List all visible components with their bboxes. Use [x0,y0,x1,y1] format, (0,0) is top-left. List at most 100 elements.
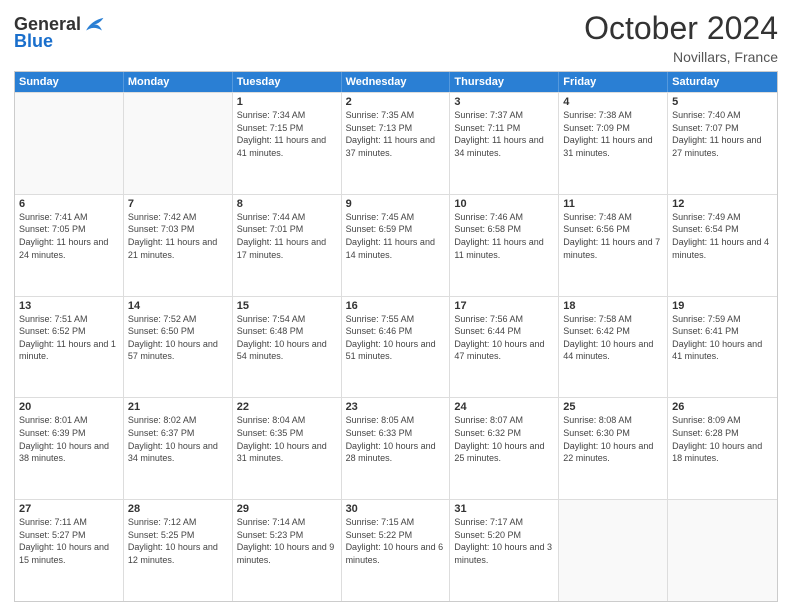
day-info: Sunrise: 7:41 AM Sunset: 7:05 PM Dayligh… [19,211,119,261]
day-number: 17 [454,300,554,312]
week-row-4: 20Sunrise: 8:01 AM Sunset: 6:39 PM Dayli… [15,397,777,499]
day-number: 11 [563,198,663,210]
day-info: Sunrise: 7:44 AM Sunset: 7:01 PM Dayligh… [237,211,337,261]
weekday-header-monday: Monday [124,72,233,92]
day-number: 28 [128,503,228,515]
day-info: Sunrise: 7:17 AM Sunset: 5:20 PM Dayligh… [454,516,554,566]
day-info: Sunrise: 7:52 AM Sunset: 6:50 PM Dayligh… [128,313,228,363]
day-cell-22: 22Sunrise: 8:04 AM Sunset: 6:35 PM Dayli… [233,398,342,499]
day-number: 19 [672,300,773,312]
day-cell-29: 29Sunrise: 7:14 AM Sunset: 5:23 PM Dayli… [233,500,342,601]
weekday-header-sunday: Sunday [15,72,124,92]
day-cell-16: 16Sunrise: 7:55 AM Sunset: 6:46 PM Dayli… [342,297,451,398]
day-info: Sunrise: 7:51 AM Sunset: 6:52 PM Dayligh… [19,313,119,363]
day-number: 9 [346,198,446,210]
day-number: 22 [237,401,337,413]
day-info: Sunrise: 8:04 AM Sunset: 6:35 PM Dayligh… [237,414,337,464]
day-cell-25: 25Sunrise: 8:08 AM Sunset: 6:30 PM Dayli… [559,398,668,499]
day-cell-26: 26Sunrise: 8:09 AM Sunset: 6:28 PM Dayli… [668,398,777,499]
day-cell-19: 19Sunrise: 7:59 AM Sunset: 6:41 PM Dayli… [668,297,777,398]
day-info: Sunrise: 7:15 AM Sunset: 5:22 PM Dayligh… [346,516,446,566]
logo-bird-icon [83,14,105,36]
calendar-body: 1Sunrise: 7:34 AM Sunset: 7:15 PM Daylig… [15,92,777,601]
day-number: 15 [237,300,337,312]
day-info: Sunrise: 8:02 AM Sunset: 6:37 PM Dayligh… [128,414,228,464]
day-info: Sunrise: 7:11 AM Sunset: 5:27 PM Dayligh… [19,516,119,566]
day-number: 26 [672,401,773,413]
day-cell-1: 1Sunrise: 7:34 AM Sunset: 7:15 PM Daylig… [233,93,342,194]
day-cell-23: 23Sunrise: 8:05 AM Sunset: 6:33 PM Dayli… [342,398,451,499]
day-info: Sunrise: 7:58 AM Sunset: 6:42 PM Dayligh… [563,313,663,363]
day-number: 3 [454,96,554,108]
day-cell-12: 12Sunrise: 7:49 AM Sunset: 6:54 PM Dayli… [668,195,777,296]
day-info: Sunrise: 7:38 AM Sunset: 7:09 PM Dayligh… [563,109,663,159]
day-cell-15: 15Sunrise: 7:54 AM Sunset: 6:48 PM Dayli… [233,297,342,398]
day-info: Sunrise: 7:56 AM Sunset: 6:44 PM Dayligh… [454,313,554,363]
day-info: Sunrise: 7:12 AM Sunset: 5:25 PM Dayligh… [128,516,228,566]
day-info: Sunrise: 7:48 AM Sunset: 6:56 PM Dayligh… [563,211,663,261]
day-info: Sunrise: 7:45 AM Sunset: 6:59 PM Dayligh… [346,211,446,261]
day-cell-9: 9Sunrise: 7:45 AM Sunset: 6:59 PM Daylig… [342,195,451,296]
day-number: 5 [672,96,773,108]
day-cell-8: 8Sunrise: 7:44 AM Sunset: 7:01 PM Daylig… [233,195,342,296]
day-info: Sunrise: 8:08 AM Sunset: 6:30 PM Dayligh… [563,414,663,464]
day-number: 12 [672,198,773,210]
day-cell-11: 11Sunrise: 7:48 AM Sunset: 6:56 PM Dayli… [559,195,668,296]
day-number: 16 [346,300,446,312]
day-cell-28: 28Sunrise: 7:12 AM Sunset: 5:25 PM Dayli… [124,500,233,601]
day-number: 30 [346,503,446,515]
day-number: 20 [19,401,119,413]
week-row-2: 6Sunrise: 7:41 AM Sunset: 7:05 PM Daylig… [15,194,777,296]
day-cell-17: 17Sunrise: 7:56 AM Sunset: 6:44 PM Dayli… [450,297,559,398]
day-info: Sunrise: 8:07 AM Sunset: 6:32 PM Dayligh… [454,414,554,464]
weekday-header-thursday: Thursday [450,72,559,92]
day-number: 4 [563,96,663,108]
day-cell-14: 14Sunrise: 7:52 AM Sunset: 6:50 PM Dayli… [124,297,233,398]
weekday-header-friday: Friday [559,72,668,92]
day-number: 25 [563,401,663,413]
day-info: Sunrise: 7:54 AM Sunset: 6:48 PM Dayligh… [237,313,337,363]
day-cell-4: 4Sunrise: 7:38 AM Sunset: 7:09 PM Daylig… [559,93,668,194]
day-cell-27: 27Sunrise: 7:11 AM Sunset: 5:27 PM Dayli… [15,500,124,601]
day-cell-30: 30Sunrise: 7:15 AM Sunset: 5:22 PM Dayli… [342,500,451,601]
empty-cell [124,93,233,194]
day-info: Sunrise: 7:42 AM Sunset: 7:03 PM Dayligh… [128,211,228,261]
day-cell-21: 21Sunrise: 8:02 AM Sunset: 6:37 PM Dayli… [124,398,233,499]
header: General Blue October 2024 Novillars, Fra… [14,10,778,65]
day-cell-7: 7Sunrise: 7:42 AM Sunset: 7:03 PM Daylig… [124,195,233,296]
day-number: 24 [454,401,554,413]
day-info: Sunrise: 7:37 AM Sunset: 7:11 PM Dayligh… [454,109,554,159]
calendar-header: SundayMondayTuesdayWednesdayThursdayFrid… [15,72,777,92]
day-number: 13 [19,300,119,312]
location: Novillars, France [584,49,778,65]
day-info: Sunrise: 8:01 AM Sunset: 6:39 PM Dayligh… [19,414,119,464]
day-info: Sunrise: 7:34 AM Sunset: 7:15 PM Dayligh… [237,109,337,159]
weekday-header-tuesday: Tuesday [233,72,342,92]
weekday-header-wednesday: Wednesday [342,72,451,92]
day-number: 23 [346,401,446,413]
day-info: Sunrise: 7:14 AM Sunset: 5:23 PM Dayligh… [237,516,337,566]
empty-cell [668,500,777,601]
empty-cell [559,500,668,601]
day-cell-10: 10Sunrise: 7:46 AM Sunset: 6:58 PM Dayli… [450,195,559,296]
day-number: 2 [346,96,446,108]
day-info: Sunrise: 7:55 AM Sunset: 6:46 PM Dayligh… [346,313,446,363]
day-cell-13: 13Sunrise: 7:51 AM Sunset: 6:52 PM Dayli… [15,297,124,398]
day-number: 7 [128,198,228,210]
day-info: Sunrise: 8:09 AM Sunset: 6:28 PM Dayligh… [672,414,773,464]
day-number: 18 [563,300,663,312]
day-info: Sunrise: 7:46 AM Sunset: 6:58 PM Dayligh… [454,211,554,261]
week-row-3: 13Sunrise: 7:51 AM Sunset: 6:52 PM Dayli… [15,296,777,398]
title-block: October 2024 Novillars, France [584,10,778,65]
month-title: October 2024 [584,10,778,47]
day-cell-2: 2Sunrise: 7:35 AM Sunset: 7:13 PM Daylig… [342,93,451,194]
day-cell-5: 5Sunrise: 7:40 AM Sunset: 7:07 PM Daylig… [668,93,777,194]
day-number: 21 [128,401,228,413]
day-number: 10 [454,198,554,210]
day-info: Sunrise: 7:35 AM Sunset: 7:13 PM Dayligh… [346,109,446,159]
day-number: 1 [237,96,337,108]
day-info: Sunrise: 7:59 AM Sunset: 6:41 PM Dayligh… [672,313,773,363]
day-number: 8 [237,198,337,210]
day-cell-6: 6Sunrise: 7:41 AM Sunset: 7:05 PM Daylig… [15,195,124,296]
day-number: 29 [237,503,337,515]
